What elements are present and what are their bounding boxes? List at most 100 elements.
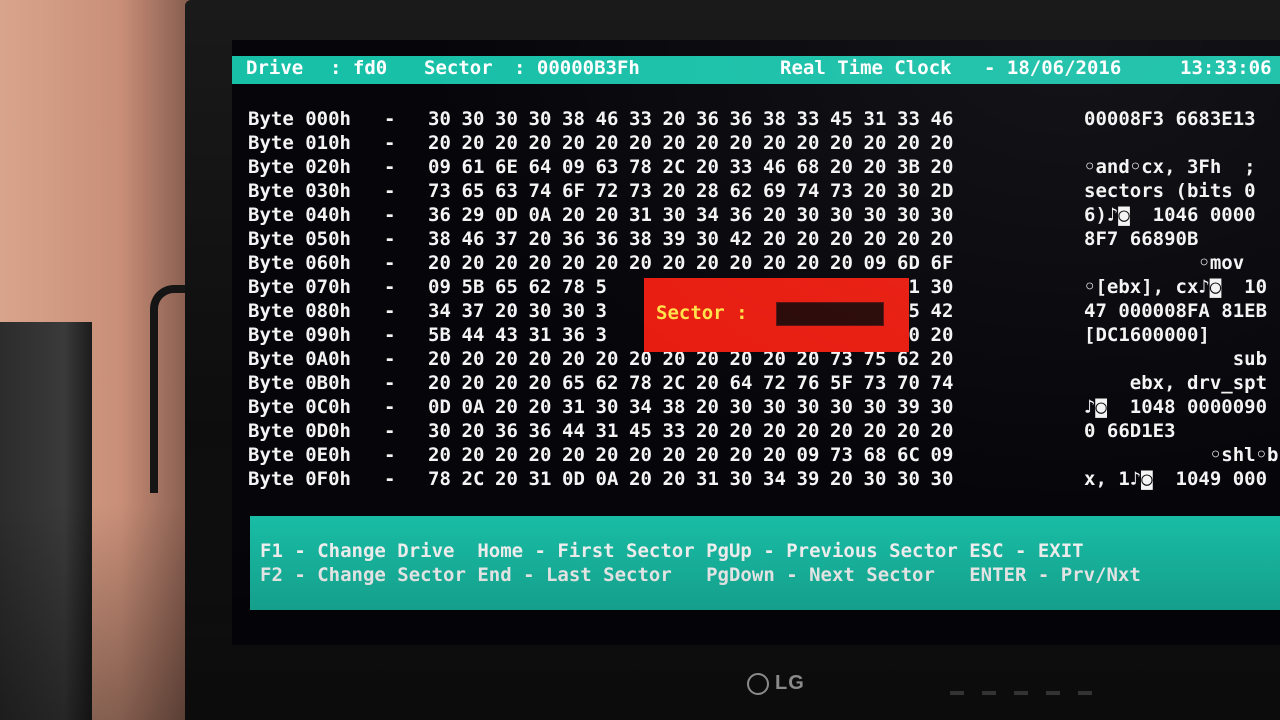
hex-byte: 30 [897, 204, 920, 226]
hex-byte: 30 [863, 204, 887, 226]
row-dash: - [384, 444, 396, 466]
hex-byte: 74 [796, 180, 820, 202]
hex-byte: 78 [629, 372, 652, 394]
hex-byte: 20 [830, 468, 853, 490]
hex-byte: 20 [729, 132, 753, 154]
row-ascii: 47 000008FA 81EB [1084, 300, 1268, 322]
hex-byte: 20 [662, 444, 686, 466]
hex-byte: 31 [528, 324, 552, 346]
hex-byte: 09 [863, 252, 887, 274]
hex-byte: 34 [696, 204, 719, 226]
hex-byte: 20 [629, 252, 652, 274]
monitor-button[interactable] [982, 691, 996, 695]
hex-byte: 20 [428, 132, 451, 154]
hex-byte: 44 [461, 324, 485, 346]
hex-byte: 34 [629, 396, 652, 418]
hex-byte: 68 [863, 444, 887, 466]
hex-byte: 33 [629, 108, 652, 130]
hex-byte: 30 [863, 396, 887, 418]
hex-byte: 78 [562, 276, 585, 298]
row-offset-label: Byte 010h [248, 132, 351, 154]
speaker [0, 322, 92, 720]
row-dash: - [384, 156, 396, 178]
hex-byte: 46 [763, 156, 786, 178]
hex-byte: 62 [595, 372, 619, 394]
hex-byte: 20 [495, 444, 518, 466]
hex-byte: 20 [696, 396, 719, 418]
hex-byte: 30 [562, 300, 585, 322]
hex-byte: 39 [662, 228, 686, 250]
hex-byte: 20 [595, 348, 619, 370]
hex-byte: 5B [461, 276, 485, 298]
row-dash: - [384, 420, 396, 442]
hex-row: Byte 040h - 36 29 0D 0A 20 20 31 30 34 36 20 30 30 30 30… [232, 204, 1280, 228]
hex-byte: 76 [796, 372, 820, 394]
hex-byte: 20 [897, 132, 920, 154]
monitor-button[interactable] [1014, 691, 1028, 695]
hex-byte: 3 [595, 324, 607, 346]
hex-byte: 46 [930, 108, 954, 130]
hex-byte: 6E [495, 156, 518, 178]
hex-byte: 38 [662, 396, 686, 418]
hex-byte: 20 [729, 252, 753, 274]
row-offset-label: Byte 070h [248, 276, 351, 298]
row-dash: - [384, 324, 396, 346]
sector-label: Sector [424, 57, 493, 79]
hex-byte: 62 [528, 276, 552, 298]
hex-byte: 36 [495, 420, 518, 442]
hex-byte: 09 [562, 156, 585, 178]
monitor-button[interactable] [1046, 691, 1060, 695]
hex-byte: 20 [696, 132, 719, 154]
hex-byte: 20 [528, 372, 552, 394]
hex-byte: 42 [729, 228, 753, 250]
hex-row: Byte 010h - 20 20 20 20 20 20 20 20 20 20 20 20 20 20 20… [232, 132, 1280, 156]
row-offset-label: Byte 040h [248, 204, 351, 226]
hex-byte: 33 [796, 108, 820, 130]
hex-row: Byte 0C0h - 0D 0A 20 20 31 30 34 38 20 30 30 30 30 30 39… [232, 396, 1280, 420]
hex-byte: 20 [662, 108, 686, 130]
hex-byte: 34 [763, 468, 786, 490]
hex-byte: 20 [796, 228, 820, 250]
hex-byte: 09 [428, 156, 451, 178]
hex-row: Byte 0D0h - 30 20 36 36 44 31 45 33 20 20 20 20 20 20 20… [232, 420, 1280, 444]
hex-byte: 20 [930, 324, 954, 346]
row-offset-label: Byte 0C0h [248, 396, 351, 418]
hex-byte: 20 [495, 468, 518, 490]
hex-byte: 20 [461, 348, 485, 370]
hex-byte: 20 [495, 132, 518, 154]
hex-byte: 30 [930, 468, 954, 490]
hex-byte: 73 [830, 444, 853, 466]
monitor-button[interactable] [1078, 691, 1092, 695]
row-offset-label: Byte 050h [248, 228, 351, 250]
row-offset-label: Byte 000h [248, 108, 351, 130]
sector-input[interactable] [776, 302, 884, 326]
row-dash: - [384, 300, 396, 322]
hex-byte: 20 [830, 156, 853, 178]
hex-byte: 30 [461, 108, 485, 130]
hex-byte: 20 [461, 420, 485, 442]
sector-dialog-label: Sector : [656, 302, 748, 324]
row-ascii: 8F7 66890B [1084, 228, 1199, 250]
hex-row: Byte 020h - 09 61 6E 64 09 63 78 2C 20 33 46 68 20 20 3B… [232, 156, 1280, 180]
hex-byte: 30 [930, 396, 954, 418]
hex-byte: 20 [495, 372, 518, 394]
hex-byte: 78 [428, 468, 451, 490]
row-dash: - [384, 348, 396, 370]
sector-dialog: Sector : [644, 278, 909, 352]
hex-byte: 31 [696, 468, 719, 490]
hex-byte: 30 [830, 204, 853, 226]
hex-byte: 6F [930, 252, 954, 274]
hex-byte: 36 [595, 228, 619, 250]
row-dash: - [384, 396, 396, 418]
row-dash: - [384, 252, 396, 274]
hex-byte: 20 [461, 372, 485, 394]
hex-row: Byte 030h - 73 65 63 74 6F 72 73 20 28 62 69 74 73 20 30… [232, 180, 1280, 204]
hex-byte: 65 [461, 180, 485, 202]
clock-date: - 18/06/2016 [984, 57, 1122, 79]
hex-byte: 31 [595, 420, 619, 442]
monitor-button[interactable] [950, 691, 964, 695]
hex-byte: 20 [763, 228, 786, 250]
cable [150, 285, 188, 493]
hex-byte: 3B [897, 156, 920, 178]
row-ascii: ◦and◦cx, 3Fh ; [1084, 156, 1256, 178]
